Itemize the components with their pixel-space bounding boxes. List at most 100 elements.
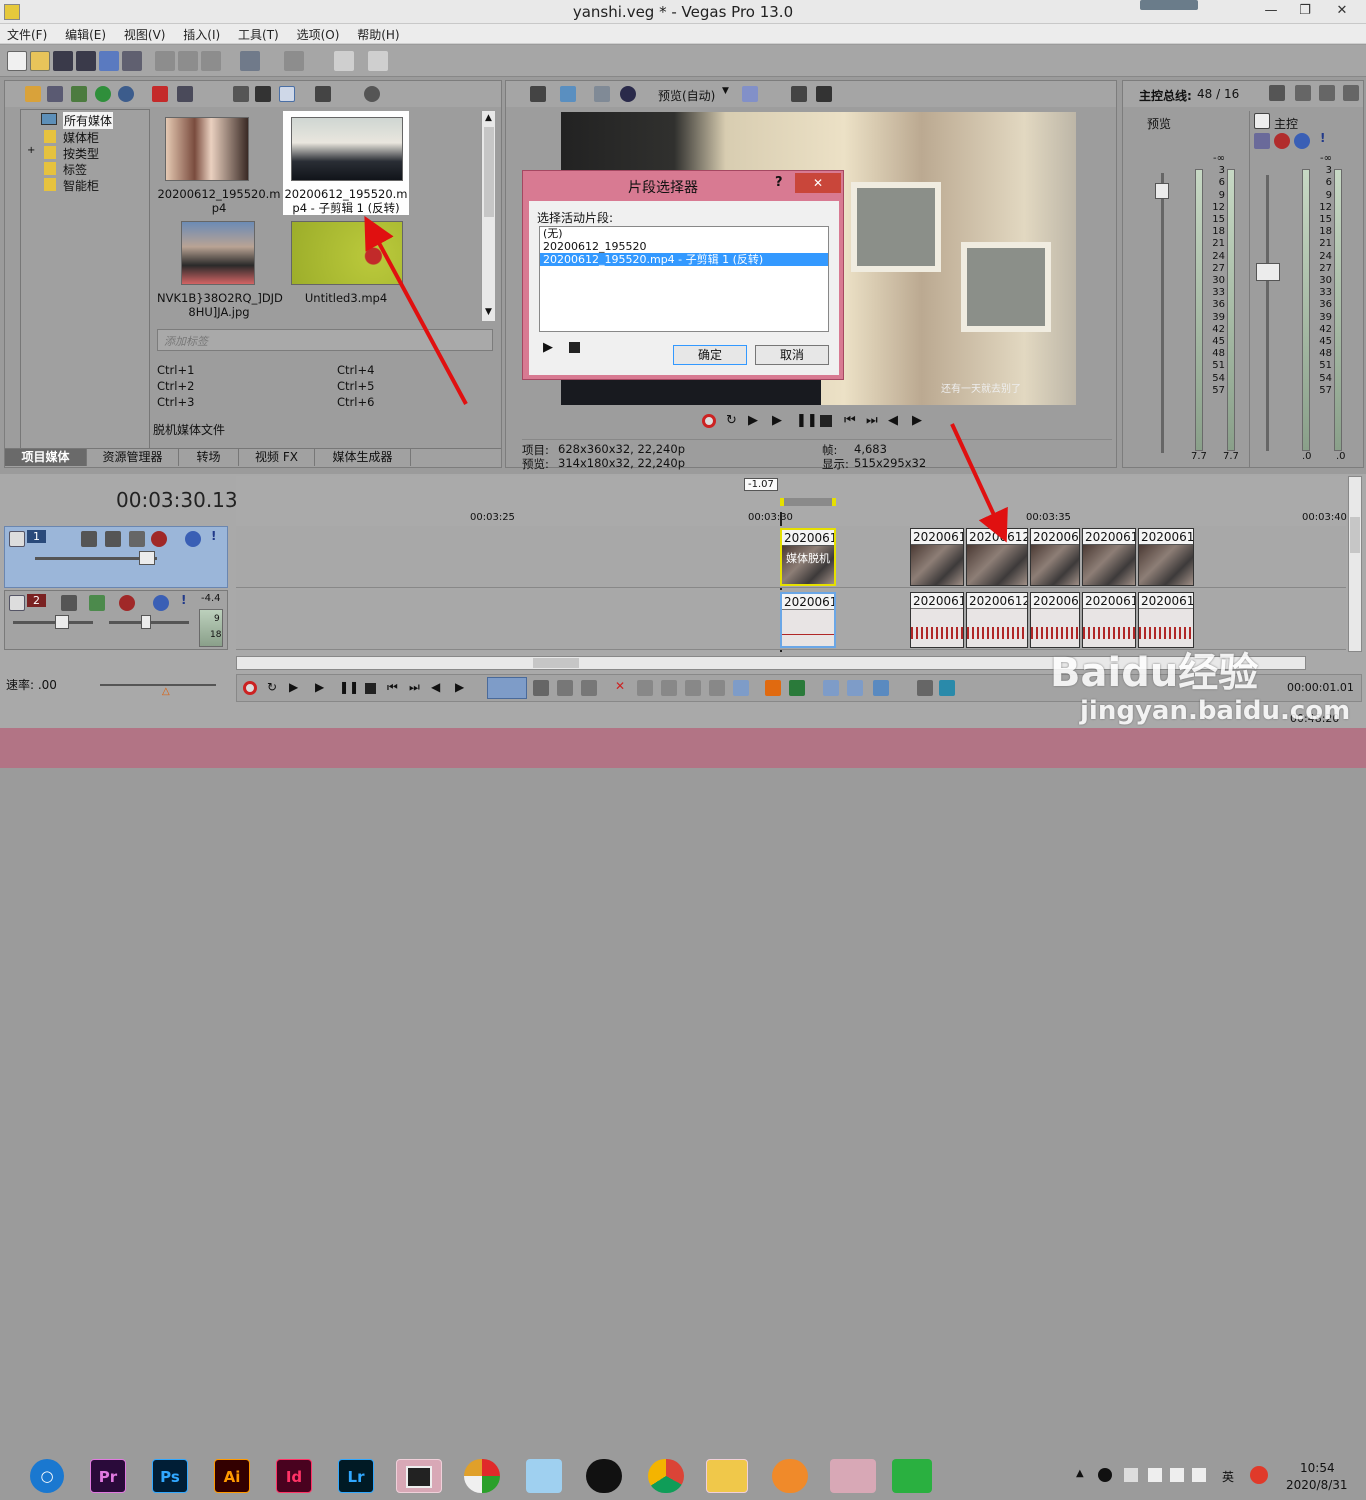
menu-options[interactable]: 选项(O) xyxy=(290,24,347,43)
track-pan-thumb[interactable] xyxy=(141,615,151,629)
ime-language[interactable]: 英 xyxy=(1222,1468,1234,1485)
scroll-thumb[interactable] xyxy=(484,127,494,217)
envelope-edit-icon[interactable] xyxy=(533,680,549,696)
shortcut-label[interactable]: Ctrl+4 xyxy=(337,363,374,377)
downmix-icon[interactable] xyxy=(1295,85,1311,101)
track-mute-icon[interactable] xyxy=(185,531,201,547)
next-frame-icon[interactable]: ▶ xyxy=(912,413,922,428)
normal-edit-icon[interactable] xyxy=(487,677,527,699)
refresh-icon[interactable] xyxy=(95,86,111,102)
media-file-item[interactable]: Untitled3.mp4 xyxy=(283,221,409,321)
rate-thumb-icon[interactable]: △ xyxy=(162,686,170,697)
expand-icon[interactable]: + xyxy=(27,145,35,156)
paste-icon[interactable] xyxy=(201,51,221,71)
next-frame-icon[interactable]: ▶ xyxy=(455,680,464,694)
track-invert-icon[interactable] xyxy=(61,595,77,611)
tab-project-media[interactable]: 项目媒体 xyxy=(5,449,87,466)
preview-properties-icon[interactable] xyxy=(530,86,546,102)
tray-network-icon[interactable] xyxy=(1192,1468,1206,1482)
open-folder-icon[interactable] xyxy=(30,51,50,71)
search-media-icon[interactable] xyxy=(118,86,134,102)
video-clip[interactable]: 2020061 xyxy=(1082,528,1136,586)
record-icon[interactable] xyxy=(243,681,257,695)
play-from-start-icon[interactable]: ▶ xyxy=(748,413,758,428)
copy-snapshot-icon[interactable] xyxy=(791,86,807,102)
new-project-icon[interactable] xyxy=(7,51,27,71)
stop-icon[interactable] xyxy=(365,683,376,694)
track-composite-icon[interactable] xyxy=(129,531,145,547)
media-file-item[interactable]: NVK1B}38O2RQ_]DJD 8HU]JA.jpg xyxy=(157,221,283,321)
track-collapse-icon[interactable] xyxy=(9,531,25,547)
dialog-cancel-button[interactable]: 取消 xyxy=(755,345,829,365)
dialog-close-button[interactable]: ✕ xyxy=(795,173,841,193)
menu-help[interactable]: 帮助(H) xyxy=(350,24,406,43)
vegas-icon[interactable] xyxy=(396,1459,442,1493)
track-solo-icon[interactable]: ! xyxy=(181,593,186,607)
menu-tools[interactable]: 工具(T) xyxy=(231,24,286,43)
audio-clip[interactable]: 2020061 xyxy=(910,592,964,648)
qq-icon[interactable] xyxy=(586,1459,622,1493)
master-mute-icon[interactable] xyxy=(1294,133,1310,149)
track-mute-icon[interactable] xyxy=(153,595,169,611)
undo-icon[interactable] xyxy=(240,51,260,71)
chevron-down-icon[interactable]: ▼ xyxy=(722,86,729,96)
tree-item-all-media[interactable]: 所有媒体 xyxy=(41,112,131,129)
trim-end-icon[interactable] xyxy=(685,680,701,696)
shortcut-label[interactable]: Ctrl+5 xyxy=(337,379,374,393)
external-monitor-icon[interactable] xyxy=(560,86,576,102)
brush-icon[interactable] xyxy=(334,51,354,71)
go-to-end-icon[interactable]: ⏭ xyxy=(409,680,420,695)
auto-crossfade-icon[interactable] xyxy=(847,680,863,696)
render-icon[interactable] xyxy=(99,51,119,71)
loop-icon[interactable]: ↻ xyxy=(267,680,277,694)
video-clip-selected[interactable]: 2020061 媒体脱机 xyxy=(780,528,836,586)
app-notes-icon[interactable] xyxy=(830,1459,876,1493)
app-orange-icon[interactable] xyxy=(772,1459,808,1493)
play-icon[interactable]: ▶ xyxy=(315,680,324,694)
track-gear-icon[interactable] xyxy=(151,531,167,547)
track-fx-icon[interactable] xyxy=(105,531,121,547)
ime-sogou-icon[interactable] xyxy=(1250,1466,1268,1484)
dialog-ok-button[interactable]: 确定 xyxy=(673,345,747,365)
clip-option-selected[interactable]: 20200612_195520.mp4 - 子剪辑 1 (反转) xyxy=(540,253,828,266)
selection-edit-icon[interactable] xyxy=(557,680,573,696)
track-gear-icon[interactable] xyxy=(119,595,135,611)
shortcut-label[interactable]: Ctrl+1 xyxy=(157,363,194,377)
track-level-thumb[interactable] xyxy=(139,551,155,565)
tab-transitions[interactable]: 转场 xyxy=(179,449,239,466)
preview-fx-icon[interactable] xyxy=(620,86,636,102)
photoshop-icon[interactable]: Ps xyxy=(152,1459,188,1493)
media-file-item-selected[interactable]: 20200612_195520.m p4 - 子剪辑 1 (反转) xyxy=(283,111,409,215)
premiere-icon[interactable]: Pr xyxy=(90,1459,126,1493)
dialog-stop-icon[interactable] xyxy=(569,342,580,353)
tray-battery-icon[interactable] xyxy=(1148,1468,1162,1482)
app-green-icon[interactable] xyxy=(892,1459,932,1493)
region-icon[interactable] xyxy=(789,680,805,696)
shortcut-label[interactable]: Ctrl+2 xyxy=(157,379,194,393)
split-screen-icon[interactable] xyxy=(594,86,610,102)
pause-icon[interactable]: ❚❚ xyxy=(339,680,359,694)
tray-display-icon[interactable] xyxy=(1170,1468,1184,1482)
record-icon[interactable] xyxy=(702,414,716,428)
prev-frame-icon[interactable]: ◀ xyxy=(431,680,440,694)
illustrator-icon[interactable]: Ai xyxy=(214,1459,250,1493)
delete-icon[interactable]: ✕ xyxy=(615,679,625,693)
media-scrollbar[interactable]: ▲ ▼ xyxy=(481,111,495,321)
ripple-edit-icon[interactable] xyxy=(873,680,889,696)
track-solo-icon[interactable]: ! xyxy=(211,529,216,543)
menu-view[interactable]: 视图(V) xyxy=(117,24,173,43)
tree-item-tags[interactable]: 标签 xyxy=(41,161,131,177)
tree-item-by-type[interactable]: + 按类型 xyxy=(25,145,131,161)
file-explorer-icon[interactable] xyxy=(706,1459,748,1493)
copy-icon[interactable] xyxy=(178,51,198,71)
scroll-down-icon[interactable]: ▼ xyxy=(485,307,492,317)
save-icon[interactable] xyxy=(53,51,73,71)
marker-icon[interactable] xyxy=(765,680,781,696)
loop-icon[interactable]: ↻ xyxy=(726,413,737,428)
track-fx-icon[interactable] xyxy=(89,595,105,611)
shortcut-label[interactable]: Ctrl+3 xyxy=(157,395,194,409)
save-snapshot-icon[interactable] xyxy=(816,86,832,102)
video-clip[interactable]: 2020061 xyxy=(1138,528,1194,586)
dim-icon[interactable] xyxy=(1319,85,1335,101)
close-button[interactable]: ✕ xyxy=(1322,0,1362,22)
